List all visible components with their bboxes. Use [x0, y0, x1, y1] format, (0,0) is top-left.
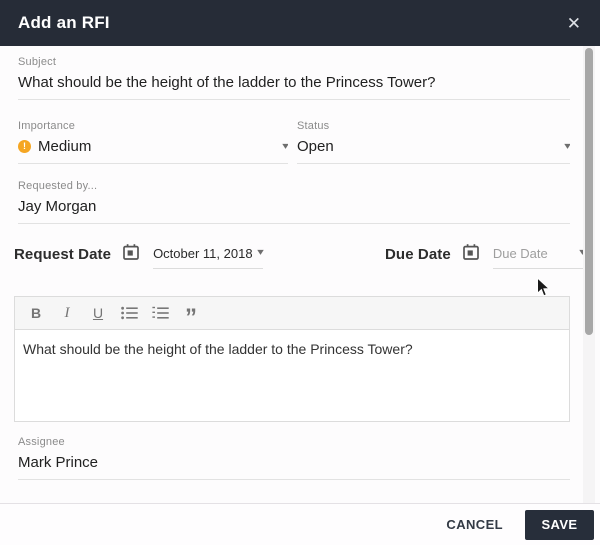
importance-select[interactable]: ! Medium ▾ — [18, 138, 288, 164]
editor-content[interactable]: What should be the height of the ladder … — [15, 330, 569, 368]
dialog-title: Add an RFI — [18, 13, 110, 32]
due-date-label: Due Date — [385, 245, 451, 263]
chevron-down-icon: ▾ — [564, 141, 570, 152]
requested-by-label: Requested by... — [18, 180, 98, 192]
scrollbar-thumb[interactable] — [585, 48, 593, 335]
assignee-input[interactable]: Mark Prince — [18, 454, 570, 480]
calendar-icon[interactable] — [462, 243, 480, 266]
bullet-list-icon[interactable] — [117, 301, 141, 325]
bold-icon[interactable]: B — [24, 301, 48, 325]
importance-medium-icon: ! — [18, 140, 31, 153]
italic-icon[interactable]: I — [55, 301, 79, 325]
importance-field: Importance ! Medium ▾ — [18, 120, 288, 164]
assignee-field: Assignee Mark Prince — [18, 436, 570, 480]
subject-field: Subject What should be the height of the… — [18, 56, 570, 100]
request-date-value: October 11, 2018 — [153, 245, 253, 261]
dialog-footer: CANCEL SAVE — [0, 503, 600, 545]
subject-label: Subject — [18, 56, 57, 68]
request-date-select[interactable]: October 11, 2018 ▾ — [153, 245, 264, 269]
ordered-list-icon[interactable] — [148, 301, 172, 325]
request-date-label: Request Date — [14, 245, 112, 263]
calendar-icon[interactable] — [122, 243, 140, 266]
underline-icon[interactable]: U — [86, 301, 110, 325]
due-date-select[interactable]: Due Date ▾ — [492, 245, 586, 269]
chevron-down-icon: ▾ — [282, 141, 288, 152]
status-field: Status Open ▾ — [297, 120, 570, 164]
save-button[interactable]: SAVE — [525, 509, 594, 540]
request-date-field: Request Date October 11, 2018 ▾ — [14, 240, 264, 269]
importance-label: Importance — [18, 120, 76, 132]
dialog-header: Add an RFI ✕ — [0, 0, 600, 46]
importance-value: Medium — [38, 138, 92, 155]
assignee-label: Assignee — [18, 436, 65, 448]
status-value: Open — [297, 138, 334, 155]
subject-input[interactable]: What should be the height of the ladder … — [18, 74, 570, 100]
editor-toolbar: B I U ” — [15, 297, 569, 330]
close-icon[interactable]: ✕ — [566, 13, 582, 34]
due-date-field: Due Date Due Date ▾ — [385, 240, 586, 269]
requested-by-field: Requested by... Jay Morgan — [18, 180, 570, 224]
status-select[interactable]: Open ▾ — [297, 138, 570, 164]
cancel-button[interactable]: CANCEL — [442, 511, 507, 538]
chevron-down-icon: ▾ — [257, 247, 264, 258]
description-editor: B I U ” What should be the height of the… — [14, 296, 570, 422]
requested-by-input[interactable]: Jay Morgan — [18, 198, 570, 224]
status-label: Status — [297, 120, 330, 132]
blockquote-icon[interactable]: ” — [179, 296, 203, 330]
due-date-placeholder: Due Date — [492, 245, 548, 261]
scrollbar-track[interactable] — [583, 46, 595, 503]
